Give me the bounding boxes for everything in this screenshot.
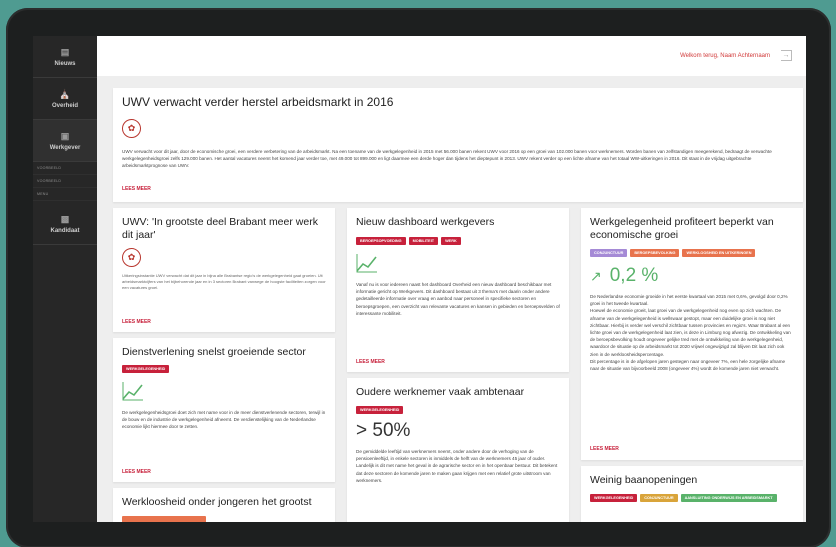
read-more-link[interactable]: LEES MEER	[122, 469, 151, 475]
card-title: UWV: 'In grootste deel Brabant meer werk…	[122, 216, 318, 241]
tag-list: Werkgelegenheid	[356, 406, 560, 414]
tag-badge[interactable]: Mobiliteit	[408, 237, 439, 245]
tag-list: Werkgelegenheid	[122, 365, 326, 373]
card-title: Werkgelegenheid profiteert beperkt van e…	[590, 216, 774, 241]
flame-icon: ✿	[122, 248, 141, 267]
topbar: Welkom terug, Naam Achternaam →	[97, 36, 806, 76]
card-body: UWV verwacht voor dit jaar, door de econ…	[122, 149, 772, 169]
read-more-link[interactable]: LEES MEER	[122, 186, 151, 192]
card-body: De werkgelegenheidsgroei doet zich met n…	[122, 410, 326, 430]
card-title: UWV verwacht verder herstel arbeidsmarkt…	[122, 95, 394, 109]
tag-badge[interactable]: Werkgelegenheid	[122, 365, 170, 373]
sidebar-item-werkgever[interactable]: ▣ Werkgever	[33, 120, 97, 162]
person-card-icon: ▩	[60, 213, 70, 224]
news-card-dienstverlening: Dienstverlening snelst groeiende sector …	[113, 338, 335, 482]
dashboard-screen: ▤ Nieuws ⛪ Overheid ▣ Werkgever Voorbeel…	[33, 36, 806, 522]
card-title: Weinig baanopeningen	[590, 474, 698, 486]
tag-badge	[122, 516, 206, 522]
tag-list: Conjunctuur Beroepsbevolking Werklooshei…	[590, 249, 794, 257]
card-body: Vanaf nu is voor iedereen naast het dash…	[356, 282, 560, 316]
tag-badge[interactable]: Beroepsbevolking	[630, 249, 680, 257]
tag-badge[interactable]: Beroepsopvoeding	[356, 237, 406, 245]
government-building-icon: ⛪	[59, 88, 71, 99]
tag-badge[interactable]: Conjunctuur	[590, 249, 628, 257]
read-more-link[interactable]: LEES MEER	[122, 319, 151, 325]
read-more-link[interactable]: LEES MEER	[356, 359, 385, 365]
tag-badge[interactable]: Aansluiting onderwijs en arbeidsmarkt	[680, 494, 777, 502]
sidebar-item-kandidaat[interactable]: ▩ Kandidaat	[33, 203, 97, 245]
stat-row: ↗ 0,2 %	[590, 265, 794, 287]
sidebar-item-label: Kandidaat	[50, 227, 80, 234]
sidebar-subitem[interactable]: Voorbeeld	[33, 162, 97, 175]
card-title: Nieuw dashboard werkgevers	[356, 216, 495, 228]
card-body: De gemiddelde leeftijd van werknemers ne…	[356, 449, 558, 483]
stat-value: > 50%	[356, 420, 411, 441]
logout-icon[interactable]: →	[781, 50, 792, 61]
line-chart-icon	[356, 253, 560, 273]
tag-badge[interactable]: Conjunctuur	[640, 494, 678, 502]
arrow-up-right-icon: ↗	[590, 267, 602, 284]
tag-badge[interactable]: Werkloosheid en uitkeringen	[682, 249, 756, 257]
news-card-jongeren: Werkloosheid onder jongeren het grootst	[113, 488, 335, 522]
tag-list: Werkgelegenheid Conjunctuur Aansluiting …	[590, 494, 794, 502]
read-more-link[interactable]: LEES MEER	[590, 446, 619, 452]
sidebar-subitem[interactable]: Menu	[33, 188, 97, 201]
tag-list: Beroepsopvoeding Mobiliteit Werk	[356, 237, 560, 245]
sidebar: ▤ Nieuws ⛪ Overheid ▣ Werkgever Voorbeel…	[33, 36, 97, 522]
stat-value: 0,2 %	[609, 265, 659, 286]
welcome-link[interactable]: Welkom terug, Naam Achternaam	[680, 53, 770, 59]
sidebar-subitem[interactable]: Voorbeeld	[33, 175, 97, 188]
sidebar-item-overheid[interactable]: ⛪ Overheid	[33, 78, 97, 120]
news-card-groei: Werkgelegenheid profiteert beperkt van e…	[581, 208, 803, 460]
tag-badge[interactable]: Werk	[441, 237, 461, 245]
card-title: Dienstverlening snelst groeiende sector	[122, 346, 306, 358]
news-card-main: UWV verwacht verder herstel arbeidsmarkt…	[113, 88, 803, 202]
sidebar-item-label: Nieuws	[54, 60, 76, 67]
sidebar-item-nieuws[interactable]: ▤ Nieuws	[33, 36, 97, 78]
news-card-brabant: UWV: 'In grootste deel Brabant meer werk…	[113, 208, 335, 332]
newspaper-icon: ▤	[60, 46, 70, 57]
briefcase-icon: ▣	[60, 130, 70, 141]
sidebar-item-label: Werkgever	[49, 144, 81, 151]
card-title: Werkloosheid onder jongeren het grootst	[122, 496, 312, 508]
card-body: Uitkeringsinstantie UWV verwacht dat dit…	[122, 273, 326, 291]
tag-badge[interactable]: Werkgelegenheid	[590, 494, 638, 502]
card-body: De Nederlandse economie groeide in het e…	[590, 294, 791, 372]
flame-icon: ✿	[122, 119, 141, 138]
news-card-dashboard: Nieuw dashboard werkgevers Beroepsopvoed…	[347, 208, 569, 372]
tag-badge[interactable]: Werkgelegenheid	[356, 406, 404, 414]
news-card-baanopeningen: Weinig baanopeningen Werkgelegenheid Con…	[581, 466, 803, 522]
card-title: Oudere werknemer vaak ambtenaar	[356, 386, 525, 398]
line-chart-icon	[122, 381, 326, 401]
sidebar-item-label: Overheid	[51, 102, 78, 109]
news-card-ambtenaar: Oudere werknemer vaak ambtenaar Werkgele…	[347, 378, 569, 522]
